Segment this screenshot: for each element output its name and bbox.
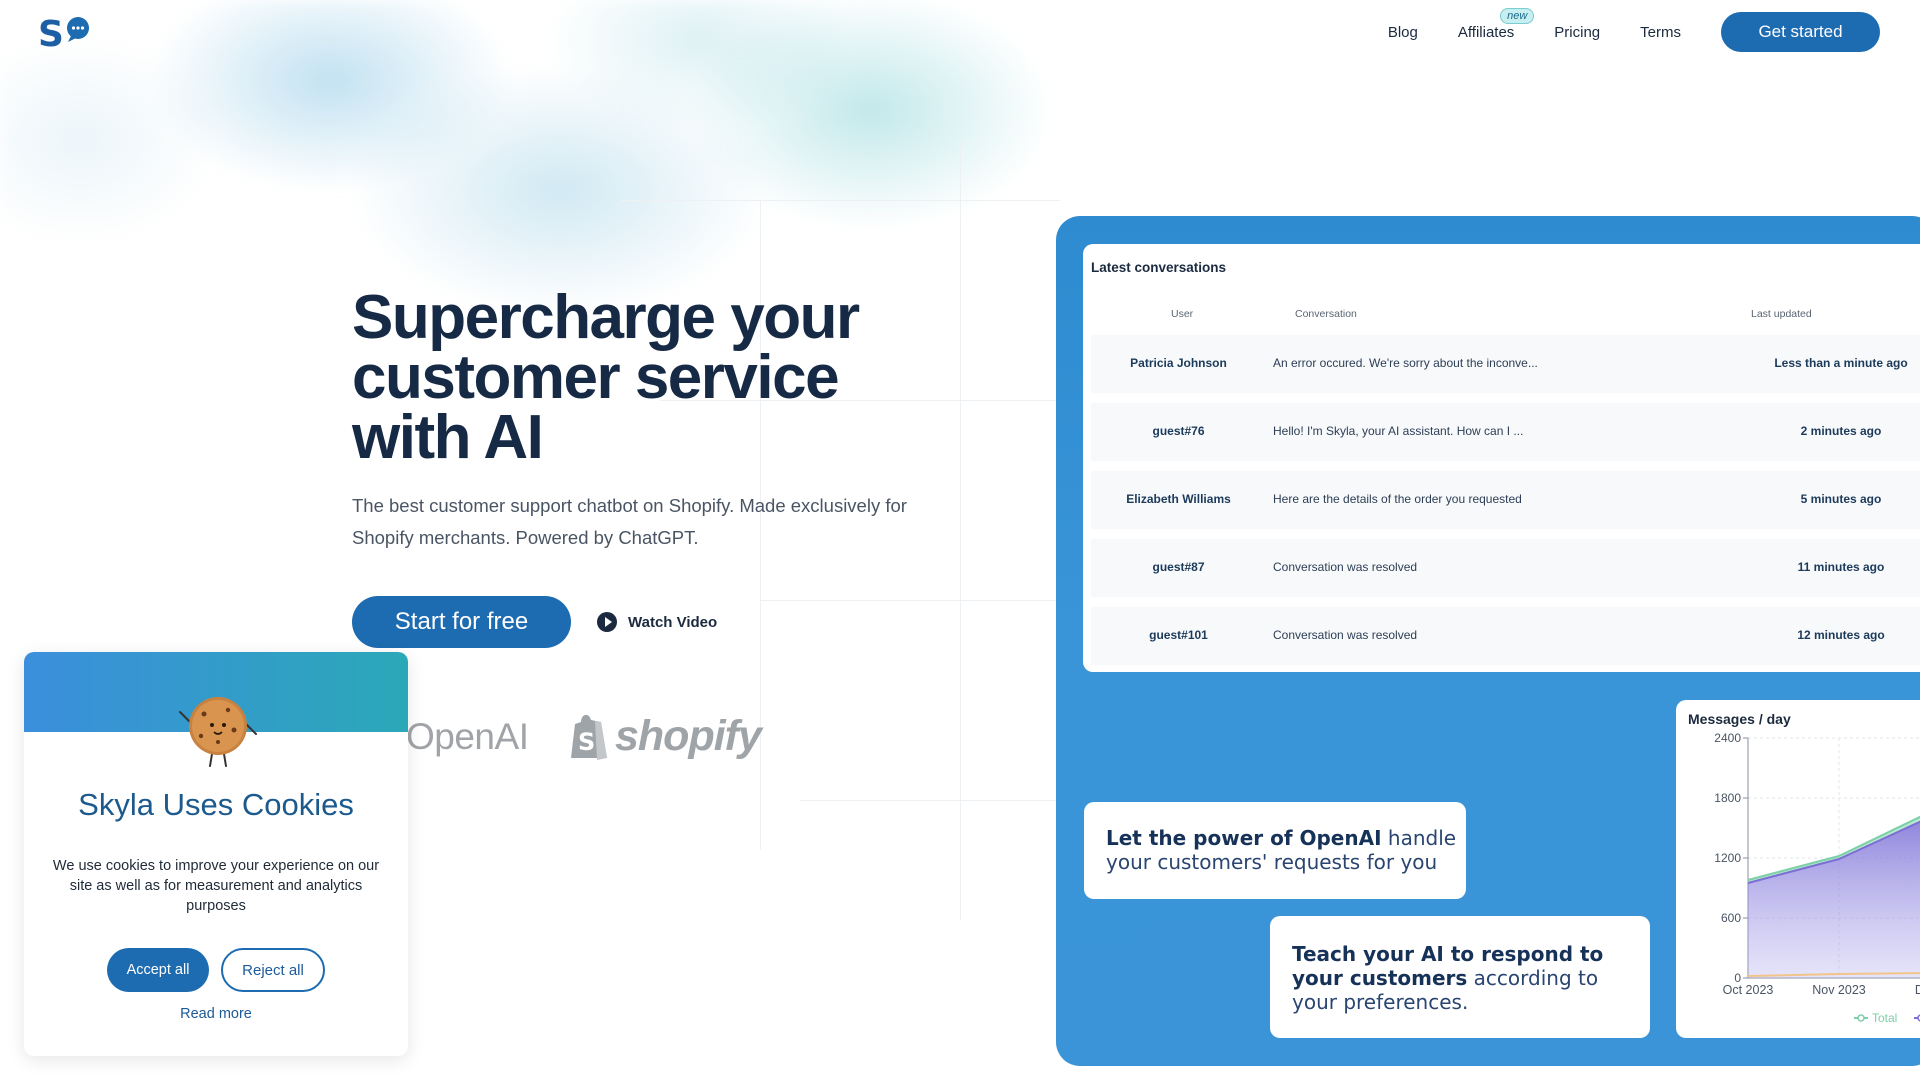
legend-total-label: Total xyxy=(1872,1011,1897,1025)
nav-affiliates-label: Affiliates xyxy=(1457,23,1515,41)
row-conversation: Conversation was resolved xyxy=(1273,628,1418,642)
cookie-text: We use cookies to improve your experienc… xyxy=(52,858,380,914)
hero-title: Supercharge your customer service with A… xyxy=(352,283,860,472)
table-row[interactable]: guest#87 Conversation was resolved 11 mi… xyxy=(1091,539,1920,597)
series-area xyxy=(1748,821,1920,978)
play-icon xyxy=(597,612,617,632)
nav-pricing[interactable]: Pricing xyxy=(1554,24,1600,41)
conversations-card: Latest conversations User Conversation L… xyxy=(1083,244,1920,672)
svg-text:S: S xyxy=(578,728,595,756)
cookie-banner: Skyla Uses Cookies We use cookies to imp… xyxy=(24,652,408,1056)
row-user: Elizabeth Williams xyxy=(1126,492,1231,506)
y-tick-label: 1200 xyxy=(1714,851,1741,865)
table-row[interactable]: guest#101 Conversation was resolved 12 m… xyxy=(1091,607,1920,665)
openai-feature-strong: Let the power of OpenAI xyxy=(1106,826,1382,850)
cookie-title: Skyla Uses Cookies xyxy=(78,787,354,822)
watch-video-label: Watch Video xyxy=(628,613,718,631)
nav-terms[interactable]: Terms xyxy=(1640,24,1681,41)
row-conversation: An error occured. We're sorry about the … xyxy=(1273,356,1538,370)
row-user: Patricia Johnson xyxy=(1130,356,1227,370)
chart-title: Messages / day xyxy=(1688,711,1791,727)
row-conversation: Conversation was resolved xyxy=(1273,560,1418,574)
table-row[interactable]: Elizabeth Williams Here are the details … xyxy=(1091,471,1920,529)
grid-line xyxy=(800,800,1060,801)
get-started-button[interactable]: Get started xyxy=(1721,12,1880,52)
messages-chart-card: Messages / day 0 600 1200 1800 2400 Oct 2023 No… xyxy=(1676,700,1920,1038)
shopify-bag-icon: S xyxy=(571,714,607,760)
nav-blog[interactable]: Blog xyxy=(1388,24,1418,41)
row-updated: 11 minutes ago xyxy=(1797,560,1885,574)
row-user: guest#87 xyxy=(1152,560,1205,574)
messages-chart: Messages / day0600120018002400Oct 2023 No… xyxy=(1688,711,1920,1025)
column-conversation: Conversation xyxy=(1295,308,1357,320)
start-for-free-button[interactable]: Start for free xyxy=(352,596,571,648)
column-last-updated: Last updated xyxy=(1751,308,1812,320)
shopify-logo: S shopify xyxy=(567,710,762,762)
x-tick-label: Oct 2023 xyxy=(1723,983,1774,997)
y-tick-label: 1800 xyxy=(1714,791,1741,805)
accept-all-button[interactable]: Accept all xyxy=(107,948,209,992)
y-tick-label: 600 xyxy=(1721,911,1741,925)
reject-all-button[interactable]: Reject all xyxy=(221,948,325,992)
new-badge: new xyxy=(1500,7,1535,24)
shopify-wordmark: shopify xyxy=(615,711,762,760)
column-user: User xyxy=(1171,308,1194,320)
grid-line xyxy=(620,200,1060,201)
legend-total-marker xyxy=(1857,1014,1865,1022)
table-row[interactable]: guest#76 Hello! I'm Skyla, your AI assis… xyxy=(1091,403,1920,461)
grid-line xyxy=(760,600,1060,601)
x-tick-label: Dec xyxy=(1915,983,1920,997)
row-updated: Less than a minute ago xyxy=(1774,356,1908,370)
row-user: guest#76 xyxy=(1152,424,1205,438)
row-updated: 2 minutes ago xyxy=(1800,424,1882,438)
openai-feature-text: Let the power of OpenAI handle your cust… xyxy=(1106,826,1466,874)
read-more-link[interactable]: Read more xyxy=(24,1006,408,1022)
top-nav: Blog Affiliates new Pricing Terms Get st… xyxy=(1388,7,1880,52)
grid-line xyxy=(960,140,961,920)
openai-feature-card: Let the power of OpenAI handle your cust… xyxy=(1084,802,1466,899)
row-updated: 12 minutes ago xyxy=(1797,628,1885,642)
watch-video-button[interactable]: Watch Video xyxy=(597,612,717,632)
conversations-title: Latest conversations xyxy=(1091,260,1227,275)
row-conversation: Hello! I'm Skyla, your AI assistant. How… xyxy=(1273,424,1524,438)
teach-ai-feature-card: Teach your AI to respond to your custome… xyxy=(1270,916,1650,1038)
cookie-mascot-icon xyxy=(179,697,257,767)
skyla-logo[interactable]: S xyxy=(38,14,92,55)
row-conversation: Here are the details of the order you re… xyxy=(1273,492,1522,506)
hero-subtitle: The best customer support chatbot on Sho… xyxy=(352,495,907,548)
y-tick-label: 2400 xyxy=(1714,731,1741,745)
svg-text:S: S xyxy=(38,14,64,50)
table-row[interactable]: Patricia Johnson An error occured. We're… xyxy=(1091,335,1920,393)
teach-ai-feature-text: Teach your AI to respond to your custome… xyxy=(1292,942,1628,1014)
row-updated: 5 minutes ago xyxy=(1800,492,1882,506)
openai-logo: OpenAI xyxy=(406,716,529,757)
x-tick-label: Nov 2023 xyxy=(1812,983,1866,997)
nav-affiliates[interactable]: Affiliates new xyxy=(1457,7,1535,41)
row-user: guest#101 xyxy=(1149,628,1208,642)
